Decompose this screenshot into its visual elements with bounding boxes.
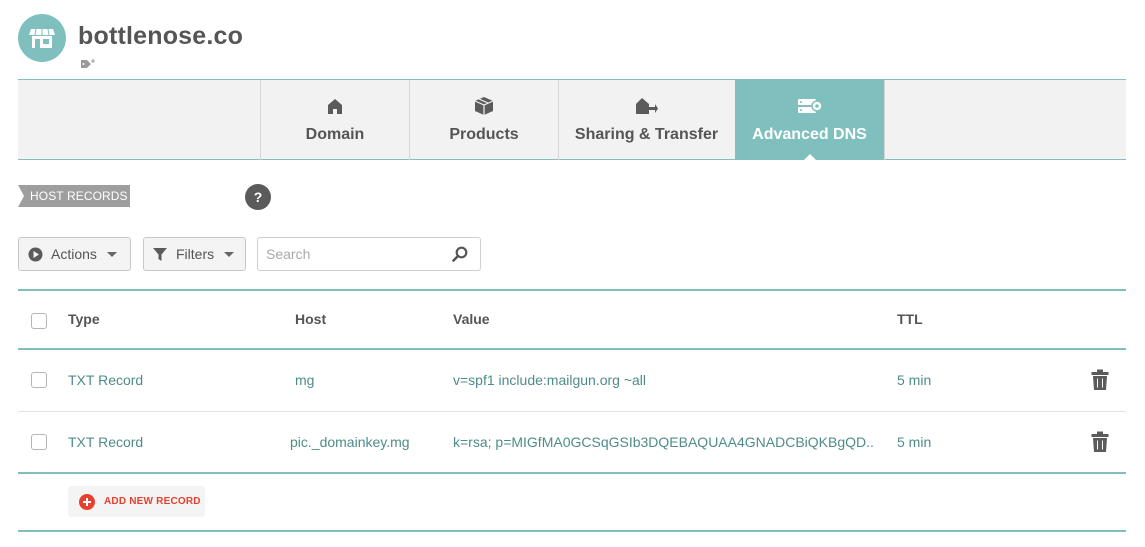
trash-icon[interactable] xyxy=(1091,431,1109,453)
record-value[interactable]: v=spf1 include:mailgun.org ~all xyxy=(453,372,646,388)
plus-circle-icon xyxy=(79,493,95,510)
search-box xyxy=(257,237,481,271)
record-host[interactable]: pic._domainkey.mg xyxy=(290,434,410,450)
domain-header: bottlenose.co xyxy=(18,14,418,74)
search-input[interactable] xyxy=(266,238,446,270)
tab-products[interactable]: Products xyxy=(409,80,558,160)
filters-dropdown[interactable]: Filters xyxy=(143,237,246,271)
row-checkbox[interactable] xyxy=(31,434,47,450)
record-type[interactable]: TXT Record xyxy=(68,434,143,450)
search-icon[interactable] xyxy=(452,246,468,262)
table-row[interactable]: TXT Record pic._domainkey.mg k=rsa; p=MI… xyxy=(18,412,1126,474)
actions-dropdown[interactable]: Actions xyxy=(18,237,131,271)
tab-sharing-transfer[interactable]: Sharing & Transfer xyxy=(558,80,734,160)
server-gear-icon xyxy=(797,99,823,113)
tab-advanced-dns[interactable]: Advanced DNS xyxy=(735,80,884,161)
tab-domain[interactable]: Domain xyxy=(260,80,409,160)
table-row[interactable]: TXT Record mg v=spf1 include:mailgun.org… xyxy=(18,350,1126,412)
tab-sharing-transfer-label: Sharing & Transfer xyxy=(574,126,719,143)
row-checkbox[interactable] xyxy=(31,372,47,388)
house-transfer-icon xyxy=(635,98,658,114)
record-ttl[interactable]: 5 min xyxy=(897,372,931,388)
column-value-header: Value xyxy=(453,311,490,327)
record-host[interactable]: mg xyxy=(295,372,314,388)
column-ttl-header: TTL xyxy=(897,311,923,327)
record-type[interactable]: TXT Record xyxy=(68,372,143,388)
chevron-down-icon xyxy=(224,251,235,257)
tab-advanced-dns-label: Advanced DNS xyxy=(752,126,867,143)
add-new-record-label: ADD NEW RECORD xyxy=(104,496,201,507)
column-type-header: Type xyxy=(68,311,100,327)
select-all-checkbox[interactable] xyxy=(31,313,47,329)
tab-divider xyxy=(884,80,885,160)
storefront-avatar xyxy=(18,14,66,62)
actions-label: Actions xyxy=(51,246,97,262)
add-tag-icon[interactable] xyxy=(80,58,96,70)
storefront-icon xyxy=(29,28,55,48)
record-ttl[interactable]: 5 min xyxy=(897,434,931,450)
trash-icon[interactable] xyxy=(1091,369,1109,391)
record-value[interactable]: k=rsa; p=MIGfMA0GCSqGSIb3DQEBAQUAA4GNADC… xyxy=(453,434,873,450)
host-records-label: HOST RECORDS xyxy=(18,185,130,207)
domain-name: bottlenose.co xyxy=(78,22,244,50)
domain-tabbar: Domain Products Sharing & Transfer Advan… xyxy=(18,79,1126,161)
filter-icon xyxy=(153,247,167,261)
tab-domain-label: Domain xyxy=(305,126,365,143)
add-new-record-button[interactable]: ADD NEW RECORD xyxy=(68,486,205,517)
box-icon xyxy=(474,97,494,115)
tab-products-label: Products xyxy=(449,126,519,143)
host-records-table: Type Host Value TTL TXT Record mg v=spf1… xyxy=(18,289,1126,532)
table-footer: ADD NEW RECORD xyxy=(18,474,1126,532)
play-circle-icon xyxy=(28,247,43,261)
table-header: Type Host Value TTL xyxy=(18,289,1126,350)
help-icon[interactable]: ? xyxy=(245,184,271,210)
filters-label: Filters xyxy=(176,246,215,262)
chevron-down-icon xyxy=(106,251,117,257)
column-host-header: Host xyxy=(295,311,327,327)
home-icon xyxy=(328,98,342,114)
